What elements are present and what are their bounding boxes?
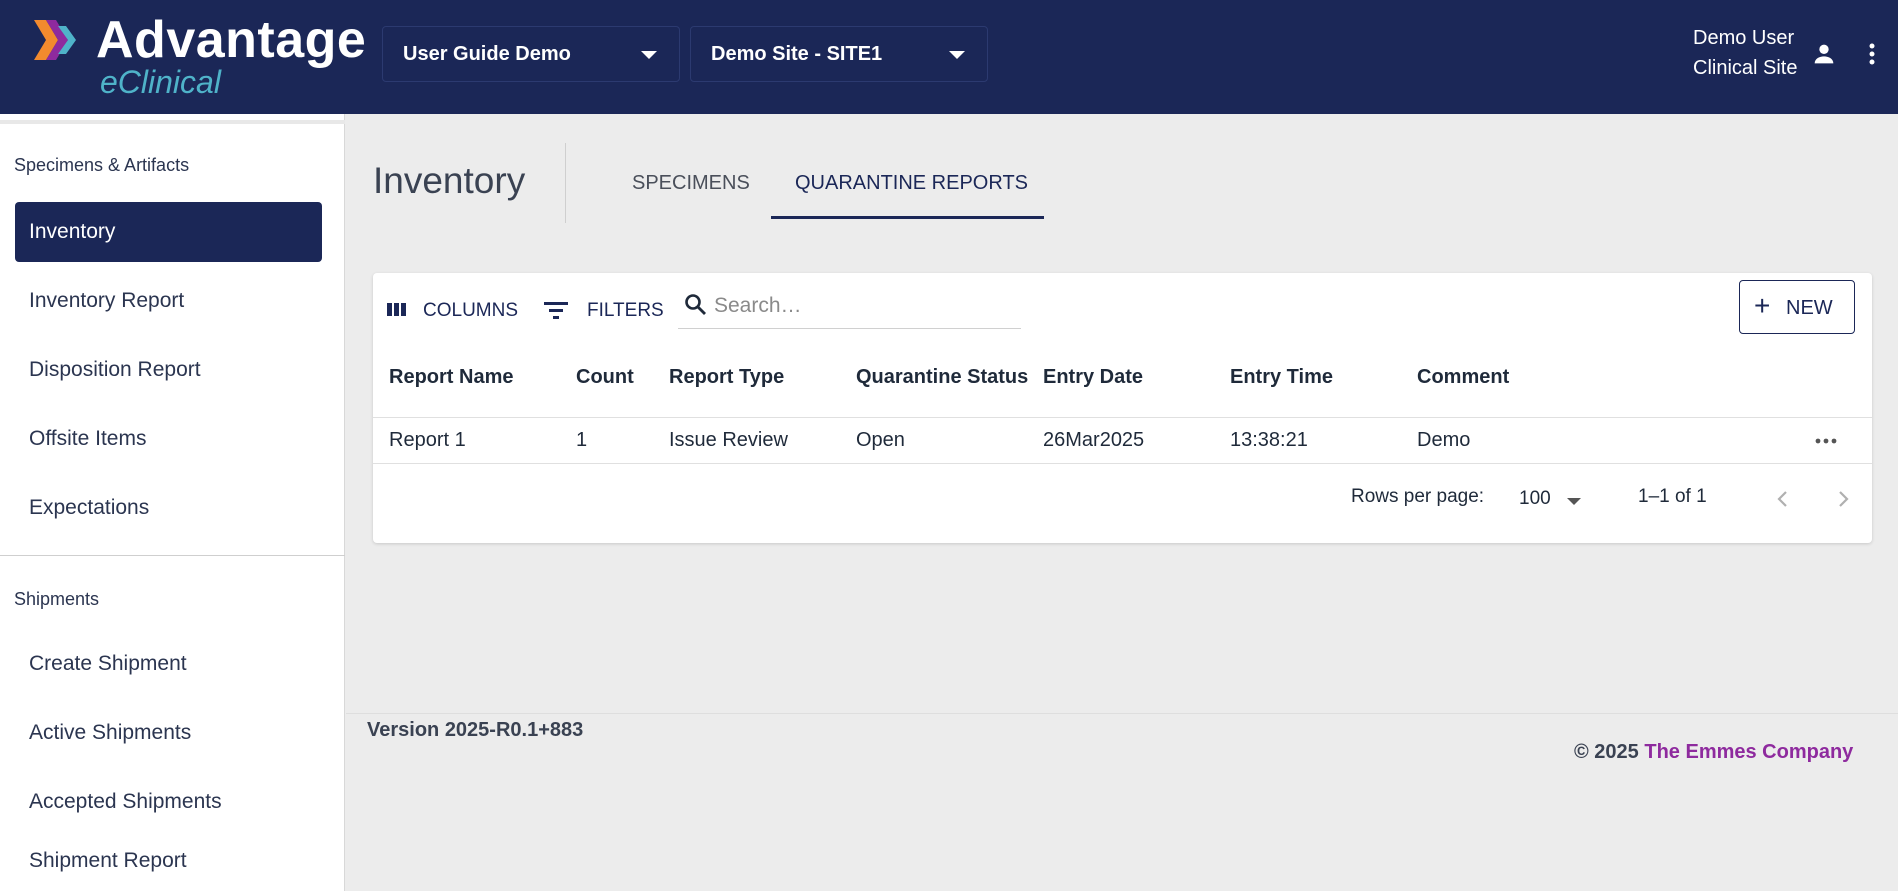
sidebar: Specimens & Artifacts Inventory Inventor… — [0, 114, 345, 891]
sidebar-section-specimens: Specimens & Artifacts — [14, 155, 190, 175]
sidebar-item-expectations[interactable]: Expectations — [15, 478, 322, 538]
search-icon — [685, 294, 706, 315]
cell-report-type: Issue Review — [669, 429, 788, 451]
cell-entry-time: 13:38:21 — [1230, 429, 1308, 451]
rows-per-page-label: Rows per page: — [1351, 486, 1485, 507]
quarantine-reports-grid: COLUMNS FILTERS + NEW Report Name Count … — [373, 273, 1872, 543]
cell-quarantine-status: Open — [856, 429, 905, 451]
cell-report-name: Report 1 — [389, 429, 466, 451]
more-horiz-icon[interactable] — [1811, 431, 1841, 451]
sidebar-item-label: Offsite Items — [29, 427, 147, 450]
dropdown-arrow-icon — [641, 51, 657, 59]
person-icon[interactable] — [1810, 40, 1838, 68]
column-header-entry-date[interactable]: Entry Date — [1043, 366, 1143, 389]
header-row-divider — [373, 417, 1872, 418]
sidebar-section-shipments: Shipments — [14, 589, 100, 609]
view-column-icon — [387, 303, 406, 316]
sidebar-divider — [0, 555, 345, 556]
footer-divider — [346, 713, 1898, 714]
sidebar-top-divider — [0, 120, 345, 124]
sidebar-item-disposition-report[interactable]: Disposition Report — [15, 340, 322, 400]
column-header-report-name[interactable]: Report Name — [389, 366, 513, 389]
column-header-comment[interactable]: Comment — [1417, 366, 1509, 389]
cell-count: 1 — [576, 429, 588, 451]
company-link[interactable]: The Emmes Company — [1644, 741, 1853, 763]
sidebar-item-label: Create Shipment — [29, 652, 187, 675]
site-select[interactable]: Demo Site - SITE1 — [690, 26, 988, 82]
version-label: Version 2025-R0.1+883 — [367, 719, 584, 741]
user-role: Clinical Site — [1693, 57, 1798, 79]
column-header-entry-time[interactable]: Entry Time — [1230, 366, 1333, 389]
sidebar-item-label: Active Shipments — [29, 721, 192, 744]
new-label: NEW — [1786, 297, 1833, 319]
active-tab-indicator — [771, 216, 1044, 219]
study-select-value: User Guide Demo — [403, 43, 571, 65]
sidebar-item-active-shipments[interactable]: Active Shipments — [15, 703, 322, 763]
sidebar-item-label: Shipment Report — [29, 849, 187, 872]
chevron-right-icon[interactable] — [1831, 487, 1855, 511]
tab-specimens[interactable]: SPECIMENS — [632, 172, 750, 195]
sidebar-item-label: Disposition Report — [29, 358, 201, 381]
dropdown-arrow-icon — [949, 51, 965, 59]
sidebar-item-label: Inventory Report — [29, 289, 185, 312]
top-app-bar: Advantage eClinical User Guide Demo Demo… — [0, 0, 1898, 114]
sidebar-item-inventory[interactable]: Inventory — [15, 202, 322, 262]
sidebar-item-label: Expectations — [29, 496, 150, 519]
search-field[interactable] — [678, 287, 1021, 329]
column-header-quarantine-status[interactable]: Quarantine Status — [856, 366, 1028, 389]
filters-label: FILTERS — [587, 300, 664, 321]
sidebar-item-label: Inventory — [29, 220, 116, 243]
column-header-report-type[interactable]: Report Type — [669, 366, 784, 389]
pagination-range: 1–1 of 1 — [1638, 486, 1707, 507]
copyright: © 2025 The Emmes Company — [1574, 741, 1853, 764]
cell-comment: Demo — [1417, 429, 1471, 451]
sidebar-item-create-shipment[interactable]: Create Shipment — [15, 634, 322, 694]
add-icon: + — [1754, 290, 1771, 321]
sidebar-item-shipment-report[interactable]: Shipment Report — [15, 831, 322, 891]
column-header-count[interactable]: Count — [576, 366, 634, 389]
copyright-text: © 2025 — [1574, 741, 1639, 763]
sidebar-item-inventory-report[interactable]: Inventory Report — [15, 271, 322, 331]
more-vert-icon[interactable] — [1862, 40, 1882, 68]
rows-per-page-value: 100 — [1519, 488, 1551, 509]
row-divider — [373, 463, 1872, 464]
user-name: Demo User — [1693, 27, 1795, 49]
columns-label: COLUMNS — [423, 300, 519, 321]
brand-title: Advantage — [96, 11, 367, 69]
filters-button[interactable]: FILTERS — [543, 293, 673, 329]
rows-per-page-select[interactable]: 100 — [1519, 485, 1589, 515]
brand-subtitle: eClinical — [100, 64, 221, 100]
advantage-chevron-icon — [34, 20, 76, 60]
title-divider — [565, 143, 566, 223]
sidebar-item-label: Accepted Shipments — [29, 790, 222, 813]
dropdown-arrow-icon — [1567, 498, 1581, 505]
search-input[interactable] — [714, 291, 1014, 321]
study-select[interactable]: User Guide Demo — [382, 26, 680, 82]
new-report-button[interactable]: + NEW — [1739, 280, 1855, 334]
brand-logo[interactable]: Advantage eClinical — [32, 11, 366, 102]
chevron-left-icon[interactable] — [1771, 487, 1795, 511]
filter-list-icon — [544, 302, 568, 319]
page-title: Inventory — [373, 160, 526, 201]
tab-quarantine-reports[interactable]: QUARANTINE REPORTS — [795, 172, 1028, 195]
cell-entry-date: 26Mar2025 — [1043, 429, 1145, 451]
sidebar-item-offsite-items[interactable]: Offsite Items — [15, 409, 322, 469]
site-select-value: Demo Site - SITE1 — [711, 43, 883, 65]
columns-button[interactable]: COLUMNS — [386, 293, 519, 329]
sidebar-item-accepted-shipments[interactable]: Accepted Shipments — [15, 772, 322, 832]
